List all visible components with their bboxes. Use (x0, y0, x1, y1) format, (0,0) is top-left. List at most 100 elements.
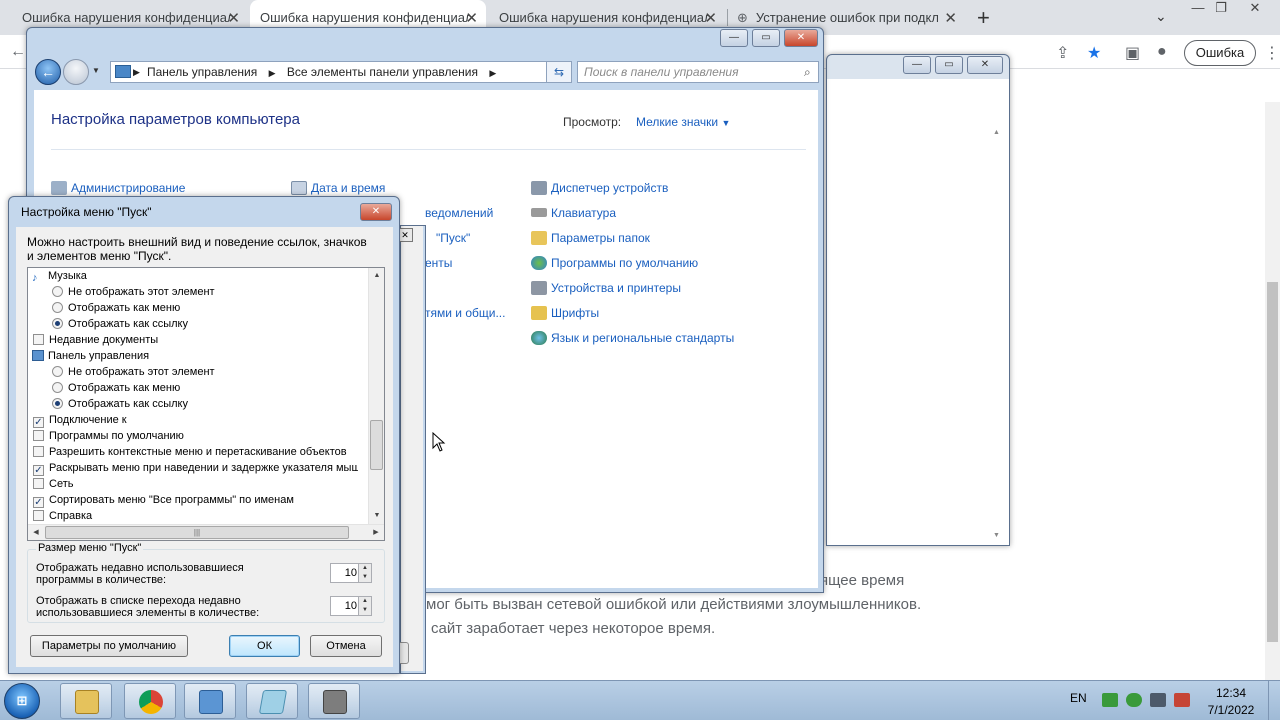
checkbox[interactable] (33, 334, 44, 345)
back-arrow-icon[interactable]: ← (10, 43, 26, 61)
list-item-checkbox[interactable]: Справка (33, 508, 92, 524)
list-item-checkbox[interactable]: Недавние документы (33, 332, 158, 348)
side-panel-icon[interactable]: ▣ (1125, 43, 1140, 63)
recent-programs-input[interactable] (333, 566, 357, 580)
bookmark-star-icon[interactable]: ★ (1087, 43, 1101, 63)
cp-item-default-programs[interactable]: Программы по умолчанию (531, 256, 698, 270)
close-tab-icon[interactable]: ✕ (465, 9, 478, 27)
list-item-radio[interactable]: Отображать как меню (52, 300, 180, 316)
spin-down-icon[interactable]: ▼ (358, 606, 371, 615)
back-arrow-icon[interactable]: ← (35, 59, 61, 85)
volume-muted-tray-icon[interactable] (1174, 693, 1190, 707)
list-item-radio[interactable]: Отображать как ссылку (52, 396, 188, 412)
start-button[interactable]: ⊞ (4, 683, 40, 719)
list-item-checkbox[interactable]: Сеть (33, 476, 73, 492)
cp-item-components[interactable]: енты (425, 256, 452, 270)
clock-time[interactable]: 12:34 (1201, 686, 1261, 700)
radio-button[interactable] (52, 302, 63, 313)
view-dropdown[interactable]: Мелкие значки ▼ (636, 115, 730, 129)
restore-icon[interactable]: ❐ (1206, 0, 1236, 18)
minimize-icon[interactable]: — (720, 29, 748, 47)
spin-down-icon[interactable]: ▼ (358, 573, 371, 582)
show-desktop-button[interactable] (1268, 681, 1280, 720)
breadcrumb-item[interactable]: Панель управления (147, 65, 257, 79)
cp-item-network-sharing[interactable]: тями и общи... (425, 306, 505, 320)
recent-pages-chevron-icon[interactable]: ▼ (92, 66, 100, 75)
taskbar-chrome-button[interactable] (124, 683, 176, 719)
scroll-thumb[interactable] (1267, 282, 1278, 642)
close-icon[interactable]: ✕ (360, 203, 392, 221)
error-button[interactable]: Ошибка (1184, 40, 1256, 66)
page-scrollbar[interactable] (1265, 102, 1280, 680)
forward-arrow-icon[interactable] (63, 59, 89, 85)
vertical-scrollbar[interactable]: ▲ ▼ (368, 268, 384, 524)
cancel-button[interactable]: Отмена (310, 635, 382, 657)
radio-button[interactable] (52, 366, 63, 377)
checkbox[interactable] (33, 510, 44, 521)
radio-button-selected[interactable] (52, 318, 63, 329)
network-tray-icon[interactable] (1102, 693, 1118, 707)
scroll-down-icon[interactable]: ▼ (369, 508, 384, 524)
clock-date[interactable]: 7/1/2022 (1201, 703, 1261, 717)
close-tab-icon[interactable]: ✕ (944, 9, 957, 27)
checkbox-checked[interactable]: ✓ (33, 497, 44, 508)
action-center-tray-icon[interactable] (1126, 693, 1142, 707)
taskbar-notepad-button[interactable] (246, 683, 298, 719)
close-tab-icon[interactable]: ✕ (227, 9, 240, 27)
cp-item-date-time[interactable]: Дата и время (291, 181, 385, 195)
recent-programs-stepper[interactable]: ▲ ▼ (330, 563, 372, 583)
language-indicator[interactable]: EN (1070, 691, 1087, 705)
radio-button[interactable] (52, 286, 63, 297)
checkbox-checked[interactable]: ✓ (33, 465, 44, 476)
spin-up-icon[interactable]: ▲ (358, 597, 371, 606)
checkbox[interactable] (33, 430, 44, 441)
start-menu-options-list[interactable]: ♪ Музыка Не отображать этот элемент Отобр… (27, 267, 385, 541)
cp-item-administration[interactable]: Администрирование (51, 181, 185, 195)
cp-item-fonts[interactable]: Шрифты (531, 306, 599, 320)
scroll-right-icon[interactable]: ▶ (368, 525, 384, 540)
cp-item-devices-printers[interactable]: Устройства и принтеры (531, 281, 681, 295)
menu-dots-icon[interactable]: ⋮ (1264, 43, 1280, 63)
list-item-checkbox[interactable]: ✓ Подключение к (33, 412, 127, 428)
scroll-up-icon[interactable]: ▲ (369, 268, 384, 284)
cp-item-region-language[interactable]: Язык и региональные стандарты (531, 331, 734, 345)
breadcrumb[interactable]: ▶ Панель управления ▶ Все элементы панел… (110, 61, 571, 83)
scroll-thumb[interactable]: ||| (45, 526, 349, 539)
checkbox[interactable] (33, 478, 44, 489)
maximize-icon[interactable]: ▭ (752, 29, 780, 47)
close-window-icon[interactable]: ✕ (1240, 0, 1270, 18)
radio-button-selected[interactable] (52, 398, 63, 409)
taskbar-explorer-button[interactable] (60, 683, 112, 719)
list-item-checkbox[interactable]: Программы по умолчанию (33, 428, 184, 444)
list-item-checkbox[interactable]: ✓ Сортировать меню "Все программы" по име… (33, 492, 294, 508)
cp-item-folder-options[interactable]: Параметры папок (531, 231, 650, 245)
list-item-checkbox[interactable]: Разрешить контекстные меню и перетаскива… (33, 444, 347, 460)
list-item-radio[interactable]: Не отображать этот элемент (52, 284, 215, 300)
close-tab-icon[interactable]: ✕ (704, 9, 717, 27)
horizontal-scrollbar[interactable]: ◀ ||| ▶ (28, 524, 384, 540)
scroll-thumb[interactable] (370, 420, 383, 470)
scroll-left-icon[interactable]: ◀ (28, 525, 44, 540)
maximize-icon[interactable]: ▭ (935, 56, 963, 74)
network-status-tray-icon[interactable] (1150, 693, 1166, 707)
cp-item-device-manager[interactable]: Диспетчер устройств (531, 181, 668, 195)
share-icon[interactable]: ⇪ (1056, 43, 1069, 63)
cp-item-start-menu[interactable]: "Пуск" (436, 231, 470, 245)
list-item-radio[interactable]: Не отображать этот элемент (52, 364, 215, 380)
tab-search-chevron-icon[interactable]: ⌄ (1155, 8, 1167, 25)
breadcrumb-item[interactable]: Все элементы панели управления (287, 65, 478, 79)
close-icon[interactable]: ✕ (967, 56, 1003, 74)
cp-item-notifications[interactable]: ведомлений (425, 206, 493, 220)
list-item-radio[interactable]: Отображать как меню (52, 380, 180, 396)
spin-up-icon[interactable]: ▲ (358, 564, 371, 573)
taskbar-taskbar-props-button[interactable] (308, 683, 360, 719)
jump-list-input[interactable] (333, 599, 357, 613)
jump-list-stepper[interactable]: ▲ ▼ (330, 596, 372, 616)
radio-button[interactable] (52, 382, 63, 393)
list-item-checkbox[interactable]: ✓ Раскрывать меню при наведении и задержк… (33, 460, 358, 476)
cp-item-keyboard[interactable]: Клавиатура (531, 206, 616, 220)
checkbox[interactable] (33, 446, 44, 457)
ok-button[interactable]: ОК (229, 635, 300, 657)
close-icon[interactable]: ✕ (784, 29, 818, 47)
new-tab-icon[interactable]: + (977, 5, 990, 31)
